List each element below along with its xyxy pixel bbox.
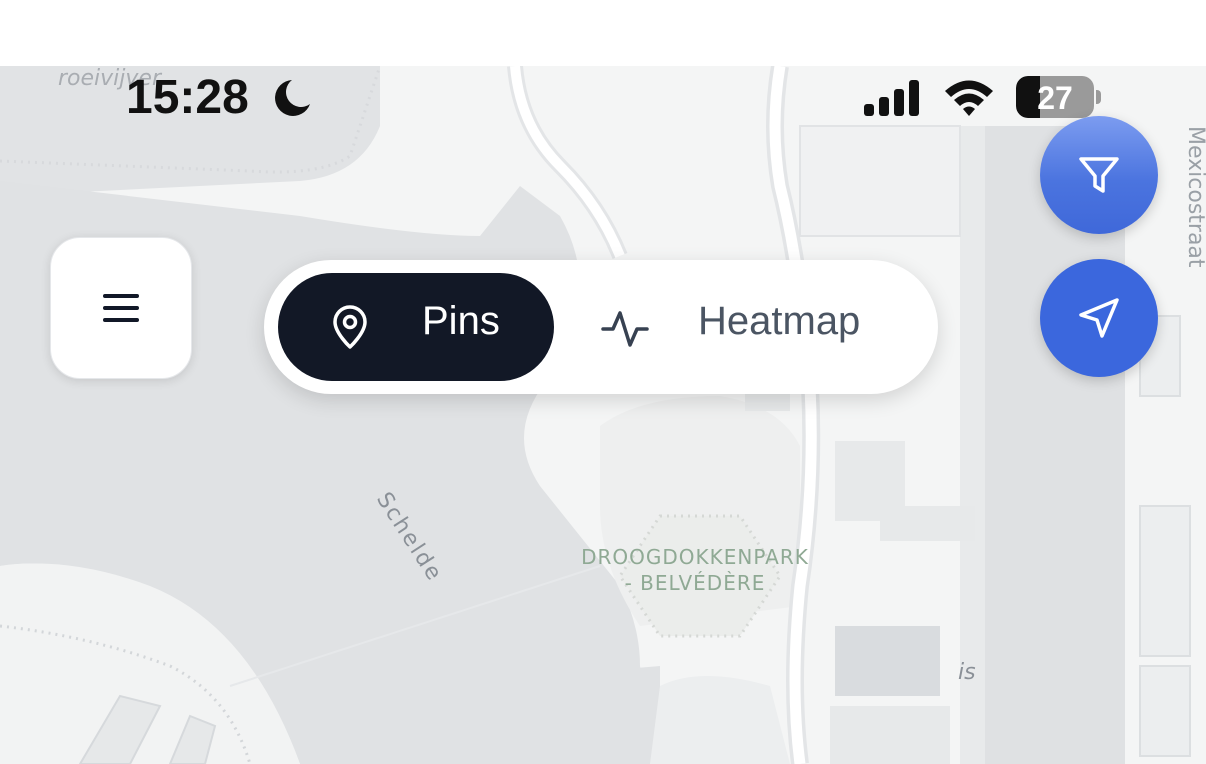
map-label-is: is	[958, 660, 976, 685]
heatmap-label: Heatmap	[698, 299, 861, 343]
status-time: 15:28	[126, 71, 249, 124]
moon-icon	[270, 78, 314, 123]
battery-percent: 27	[1037, 80, 1073, 116]
activity-pulse-icon	[600, 307, 650, 356]
battery-icon: 27	[1016, 76, 1094, 118]
map-label-park-line1: DROOGDOKKENPARK	[581, 545, 809, 569]
wifi-icon	[942, 78, 996, 123]
pins-label: Pins	[422, 299, 500, 343]
map-label-park-line2: - BELVÉDÈRE	[624, 571, 766, 595]
pins-toggle-button[interactable]: Pins	[278, 273, 554, 381]
map-view[interactable]: roeivijver Schelde DROOGDOKKENPARK - BEL…	[0, 66, 1206, 764]
filter-button[interactable]	[1040, 116, 1158, 234]
navigation-arrow-icon	[1079, 298, 1119, 338]
battery-nub	[1096, 90, 1101, 104]
cellular-signal-icon	[864, 80, 924, 121]
map-pin-icon	[330, 305, 370, 354]
hamburger-menu-icon	[103, 294, 139, 322]
view-toggle: Pins Heatmap	[264, 260, 938, 394]
locate-me-button[interactable]	[1040, 259, 1158, 377]
heatmap-toggle-button[interactable]: Heatmap	[564, 273, 924, 381]
map-label-mexicostraat: Mexicostraat	[1183, 126, 1206, 268]
menu-button[interactable]	[50, 237, 192, 379]
map-base-layer	[0, 66, 1206, 764]
filter-icon	[1079, 157, 1119, 193]
map-label-park: DROOGDOKKENPARK - BELVÉDÈRE	[555, 544, 835, 596]
